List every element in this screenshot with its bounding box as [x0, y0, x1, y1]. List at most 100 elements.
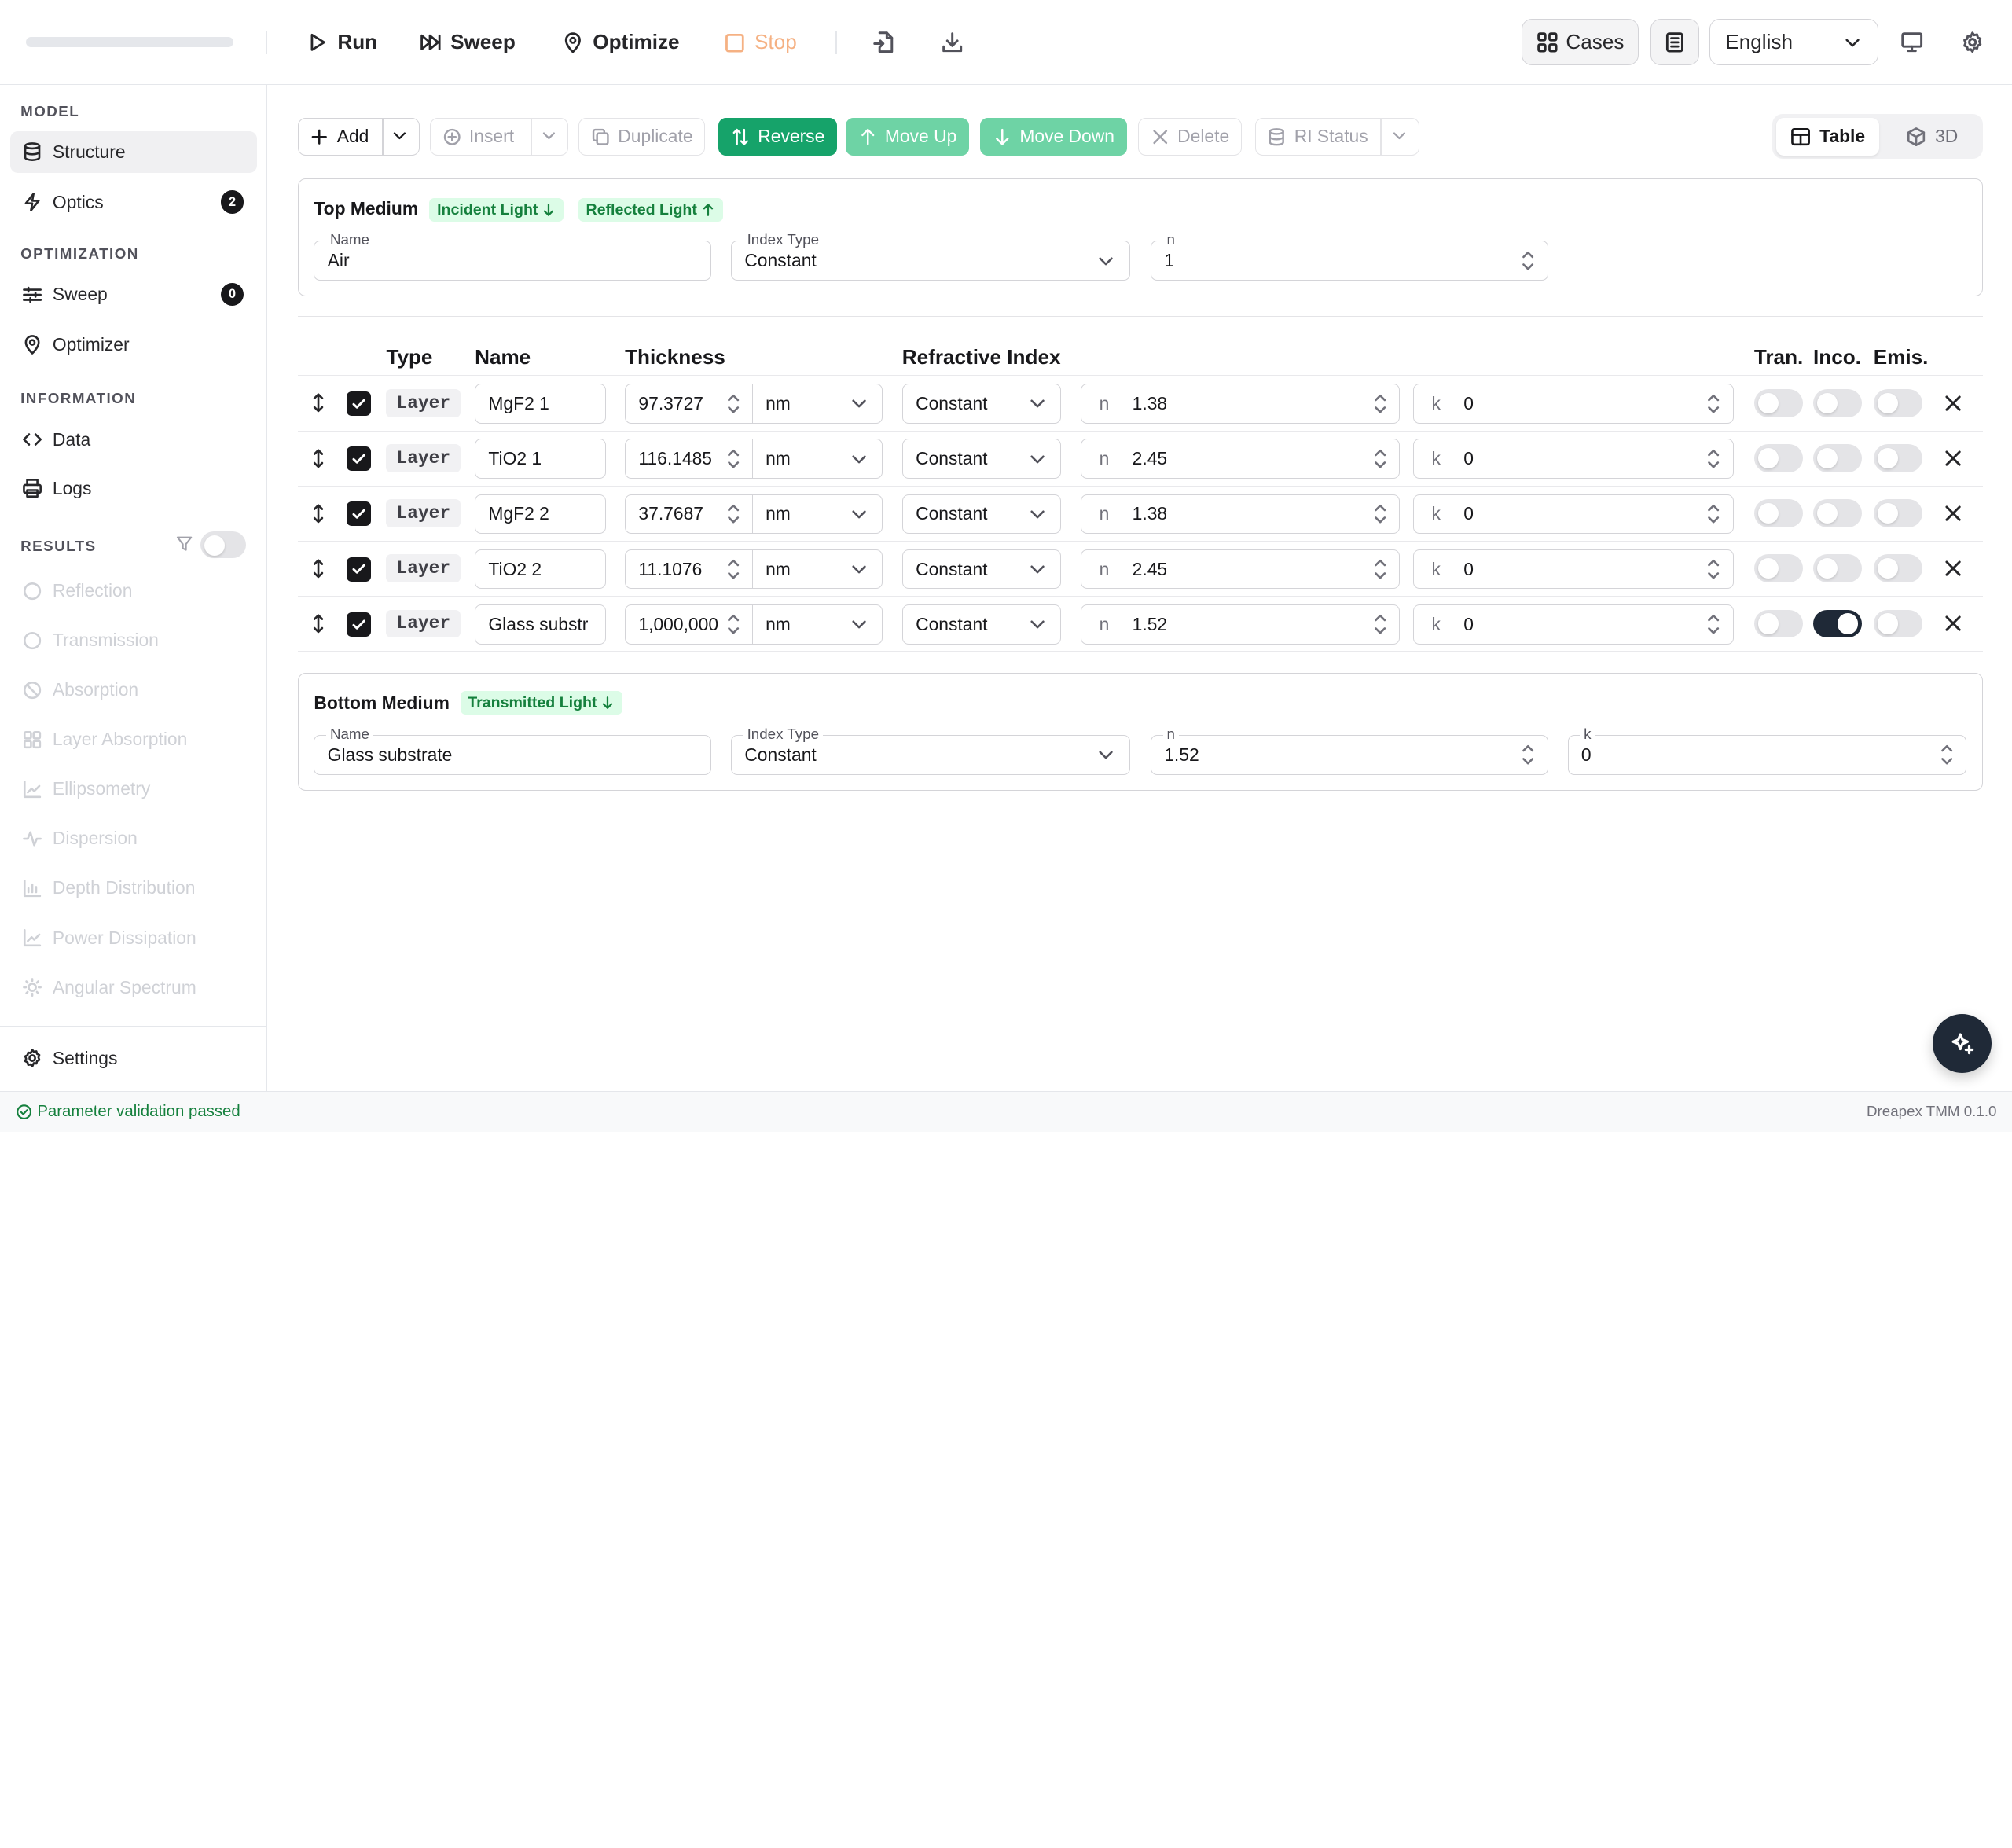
- chevron-up-icon[interactable]: [1707, 503, 1720, 512]
- sidebar-result-item[interactable]: Dispersion: [10, 817, 256, 860]
- chevron-up-icon[interactable]: [1707, 613, 1720, 622]
- tran-toggle[interactable]: [1753, 554, 1803, 583]
- inco-toggle[interactable]: [1812, 499, 1863, 527]
- chevron-down-icon[interactable]: [727, 461, 740, 469]
- chevron-down-icon[interactable]: [1707, 571, 1720, 580]
- index-type-select[interactable]: Constant: [901, 439, 1062, 479]
- chevron-up-icon[interactable]: [1522, 250, 1534, 259]
- chevron-up-icon[interactable]: [1940, 744, 1953, 752]
- n-stepper[interactable]: n 1.38: [1080, 494, 1401, 535]
- settings-top-button[interactable]: [1959, 28, 1987, 57]
- inco-toggle[interactable]: [1812, 554, 1863, 583]
- results-filter-toggle[interactable]: [200, 531, 247, 559]
- move-down-button[interactable]: Move Down: [980, 118, 1127, 156]
- download-button[interactable]: [938, 28, 967, 57]
- display-button[interactable]: [1898, 28, 1926, 57]
- drag-handle-icon[interactable]: [308, 390, 329, 416]
- layer-name-input[interactable]: Glass substr: [475, 604, 606, 645]
- chevron-up-icon[interactable]: [1522, 744, 1534, 752]
- stepper-arrows[interactable]: [1374, 393, 1386, 415]
- emis-toggle[interactable]: [1873, 554, 1922, 583]
- chevron-down-icon[interactable]: [727, 571, 740, 580]
- sidebar-item-data[interactable]: Data: [10, 418, 256, 461]
- sidebar-item-optics[interactable]: Optics 2: [10, 181, 256, 223]
- add-button[interactable]: Add: [299, 126, 382, 147]
- tran-toggle[interactable]: [1753, 443, 1803, 472]
- stop-button[interactable]: Stop: [724, 28, 797, 57]
- stepper-arrows[interactable]: [1707, 613, 1720, 635]
- stepper-arrows[interactable]: [727, 558, 740, 580]
- k-stepper[interactable]: k0: [1412, 494, 1734, 535]
- stepper-arrows[interactable]: [727, 393, 740, 415]
- stepper-arrows[interactable]: [727, 448, 740, 470]
- sidebar-result-item[interactable]: Angular Spectrum: [10, 966, 256, 1009]
- chevron-down-icon[interactable]: [1707, 626, 1720, 635]
- row-checkbox[interactable]: [346, 612, 371, 637]
- cases-button[interactable]: Cases: [1522, 19, 1639, 66]
- top-medium-index-type-select[interactable]: Index Type Constant: [731, 231, 1130, 281]
- chevron-up-icon[interactable]: [1374, 448, 1386, 457]
- inco-toggle[interactable]: [1812, 388, 1863, 417]
- chevron-down-icon[interactable]: [1390, 127, 1408, 145]
- stepper-arrows[interactable]: [1522, 744, 1534, 766]
- unit-select[interactable]: nm: [751, 604, 883, 645]
- top-medium-name-field[interactable]: Name Air: [314, 231, 712, 281]
- bottom-medium-name-field[interactable]: Name Glass substrate: [314, 725, 712, 775]
- sidebar-item-structure[interactable]: Structure: [10, 130, 257, 174]
- unit-select[interactable]: nm: [751, 439, 883, 479]
- thickness-stepper[interactable]: 1,000,000: [625, 604, 754, 645]
- chevron-up-icon[interactable]: [727, 503, 740, 512]
- sidebar-result-item[interactable]: Layer Absorption: [10, 718, 256, 761]
- chevron-up-icon[interactable]: [1374, 393, 1386, 402]
- n-stepper[interactable]: n 1.52: [1080, 604, 1401, 645]
- unit-select[interactable]: nm: [751, 494, 883, 535]
- reverse-button[interactable]: Reverse: [718, 118, 837, 156]
- chevron-up-icon[interactable]: [1707, 448, 1720, 457]
- k-stepper[interactable]: k0: [1412, 384, 1734, 424]
- drag-handle-icon[interactable]: [308, 501, 329, 527]
- stepper-arrows[interactable]: [1707, 503, 1720, 525]
- add-split-button[interactable]: Add: [297, 118, 420, 156]
- sidebar-search-placeholder[interactable]: [25, 37, 234, 48]
- ri-status-button[interactable]: RI Status: [1256, 126, 1380, 147]
- chevron-down-icon[interactable]: [1522, 757, 1534, 766]
- layer-name-input[interactable]: TiO2 1: [475, 439, 606, 479]
- close-icon[interactable]: [1943, 613, 1963, 634]
- chevron-down-icon[interactable]: [1374, 461, 1386, 469]
- row-checkbox[interactable]: [346, 446, 371, 472]
- inco-toggle[interactable]: [1812, 443, 1863, 472]
- unit-select[interactable]: nm: [751, 384, 883, 424]
- chevron-down-icon[interactable]: [1940, 757, 1953, 766]
- thickness-stepper[interactable]: 37.7687: [625, 494, 754, 535]
- thickness-stepper[interactable]: 11.1076: [625, 549, 754, 590]
- move-up-button[interactable]: Move Up: [845, 118, 969, 156]
- k-stepper[interactable]: k0: [1412, 439, 1734, 479]
- chevron-down-icon[interactable]: [1522, 263, 1534, 271]
- stepper-arrows[interactable]: [1374, 503, 1386, 525]
- chevron-up-icon[interactable]: [1707, 558, 1720, 567]
- drag-handle-icon[interactable]: [308, 556, 329, 582]
- row-checkbox[interactable]: [346, 557, 371, 582]
- stepper-arrows[interactable]: [1707, 558, 1720, 580]
- sidebar-result-item[interactable]: Reflection: [10, 570, 256, 612]
- row-checkbox[interactable]: [346, 391, 371, 416]
- sidebar-result-item[interactable]: Power Dissipation: [10, 917, 256, 959]
- n-stepper[interactable]: n 2.45: [1080, 549, 1401, 590]
- sidebar-item-optimizer[interactable]: Optimizer: [10, 323, 256, 366]
- chevron-down-icon[interactable]: [1374, 626, 1386, 635]
- chevron-up-icon[interactable]: [1374, 558, 1386, 567]
- thickness-stepper[interactable]: 116.1485: [625, 439, 754, 479]
- row-checkbox[interactable]: [346, 501, 371, 527]
- sidebar-result-item[interactable]: Transmission: [10, 619, 256, 662]
- delete-button[interactable]: Delete: [1138, 118, 1242, 156]
- ri-status-split-button[interactable]: RI Status: [1254, 118, 1419, 156]
- index-type-select[interactable]: Constant: [901, 384, 1062, 424]
- chevron-up-icon[interactable]: [1707, 393, 1720, 402]
- unit-select[interactable]: nm: [751, 549, 883, 590]
- index-type-select[interactable]: Constant: [901, 494, 1062, 535]
- n-stepper[interactable]: n 2.45: [1080, 439, 1401, 479]
- insert-split-button[interactable]: Insert: [429, 118, 569, 156]
- language-select[interactable]: English: [1709, 19, 1879, 66]
- stepper-arrows[interactable]: [1707, 393, 1720, 415]
- notes-button[interactable]: [1650, 19, 1699, 66]
